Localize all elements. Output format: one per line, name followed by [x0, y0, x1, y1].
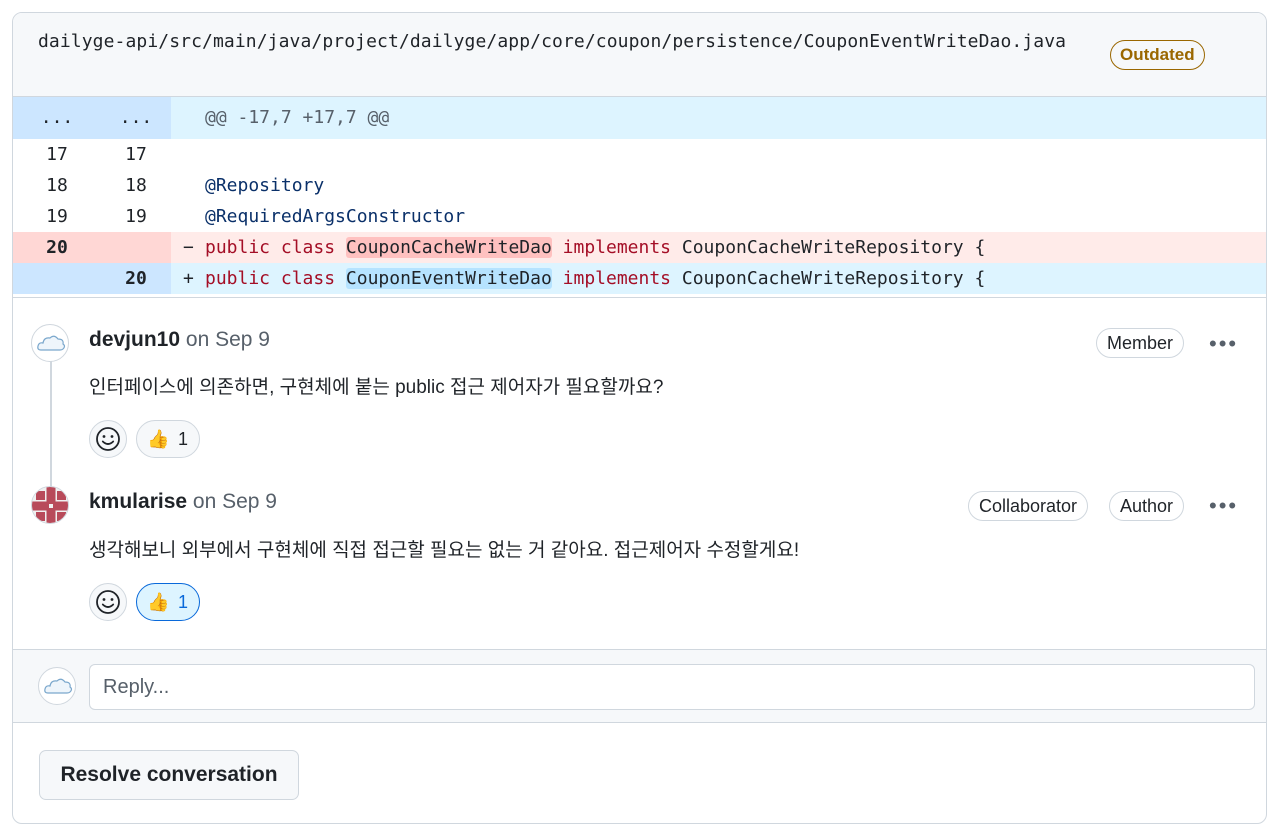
reply-bar: Reply...	[13, 649, 1266, 723]
thumbs-up-icon: 👍	[147, 429, 170, 449]
diff-line: 19 19 @RequiredArgsConstructor	[13, 201, 1266, 232]
reply-input[interactable]: Reply...	[89, 664, 1255, 710]
new-line-number[interactable]: 17	[101, 139, 171, 170]
comment-author: kmularise on Sep 9	[89, 490, 277, 514]
cloud-avatar-icon	[38, 667, 76, 705]
author-link[interactable]: kmularise	[89, 490, 187, 513]
more-options-icon[interactable]: •••	[1209, 495, 1238, 517]
keyword: public class	[205, 237, 336, 258]
comment-body: 인터페이스에 의존하면, 구현체에 붙는 public 접근 제어자가 필요할까…	[89, 377, 664, 398]
smiley-icon	[96, 590, 120, 614]
resolve-conversation-button[interactable]: Resolve conversation	[39, 750, 299, 800]
old-line-number[interactable]: 17	[13, 139, 101, 170]
code-line: + public class CouponEventWriteDao implem…	[183, 263, 985, 294]
author-badge: Author	[1109, 491, 1185, 521]
file-header: dailyge-api/src/main/java/project/dailyg…	[13, 13, 1266, 97]
expand-down-button[interactable]: ...	[101, 97, 171, 139]
outdated-badge: Outdated	[1110, 40, 1205, 70]
identicon-avatar-icon[interactable]	[31, 486, 69, 524]
smiley-icon	[96, 427, 120, 451]
collaborator-badge: Collaborator	[968, 491, 1089, 521]
expand-up-button[interactable]: ...	[13, 97, 101, 139]
changed-class-name: CouponEventWriteDao	[345, 268, 552, 289]
keyword: implements	[562, 268, 672, 289]
thumbs-up-icon: 👍	[147, 592, 170, 612]
comment-date[interactable]: on Sep 9	[193, 490, 277, 513]
new-line-number[interactable]: 20	[101, 263, 171, 294]
thumbs-up-reaction-button[interactable]: 👍 1	[136, 420, 200, 458]
old-line-number[interactable]: 20	[13, 232, 101, 263]
new-line-number[interactable]	[101, 232, 171, 263]
more-options-icon[interactable]: •••	[1209, 333, 1238, 355]
deletion-marker: −	[183, 237, 194, 258]
add-reaction-button[interactable]	[89, 583, 127, 621]
code-rest: CouponCacheWriteRepository {	[681, 268, 986, 289]
author-link[interactable]: devjun10	[89, 328, 180, 351]
cloud-avatar-icon[interactable]	[31, 324, 69, 362]
addition-marker: +	[183, 268, 194, 289]
diff-view: ... ... @@ -17,7 +17,7 @@ 17 17 18 18 @R…	[13, 97, 1266, 294]
file-path[interactable]: dailyge-api/src/main/java/project/dailyg…	[38, 28, 1103, 56]
old-line-number[interactable]: 19	[13, 201, 101, 232]
keyword: public class	[205, 268, 336, 289]
reaction-count: 1	[178, 592, 189, 612]
member-badge: Member	[1096, 328, 1185, 358]
code-line: @Repository	[205, 175, 325, 196]
hunk-header-row: ... ... @@ -17,7 +17,7 @@	[13, 97, 1266, 139]
code-line: − public class CouponCacheWriteDao implem…	[183, 232, 985, 263]
new-line-number[interactable]: 19	[101, 201, 171, 232]
new-line-number[interactable]: 18	[101, 170, 171, 201]
reaction-count: 1	[178, 429, 189, 449]
review-thread-panel: dailyge-api/src/main/java/project/dailyg…	[12, 12, 1267, 824]
hunk-header-text: @@ -17,7 +17,7 @@	[205, 107, 390, 128]
thread-timeline	[50, 346, 52, 496]
code-line: @RequiredArgsConstructor	[205, 206, 466, 227]
comment-thread: devjun10 on Sep 9 Member ••• 인터페이스에 의존하면…	[13, 297, 1266, 650]
old-line-number[interactable]	[13, 263, 101, 294]
added-line: 20 + public class CouponEventWriteDao imp…	[13, 263, 1266, 294]
thumbs-up-reaction-button[interactable]: 👍 1	[136, 583, 200, 621]
diff-line: 18 18 @Repository	[13, 170, 1266, 201]
changed-class-name: CouponCacheWriteDao	[345, 237, 552, 258]
diff-line: 17 17	[13, 139, 1266, 170]
comment-author: devjun10 on Sep 9	[89, 328, 270, 352]
comment-date[interactable]: on Sep 9	[186, 328, 270, 351]
keyword: implements	[562, 237, 672, 258]
code-rest: CouponCacheWriteRepository {	[681, 237, 986, 258]
comment-body: 생각해보니 외부에서 구현체에 직접 접근할 필요는 없는 거 같아요. 접근제…	[89, 540, 800, 561]
deleted-line: 20 − public class CouponCacheWriteDao imp…	[13, 232, 1266, 263]
old-line-number[interactable]: 18	[13, 170, 101, 201]
add-reaction-button[interactable]	[89, 420, 127, 458]
